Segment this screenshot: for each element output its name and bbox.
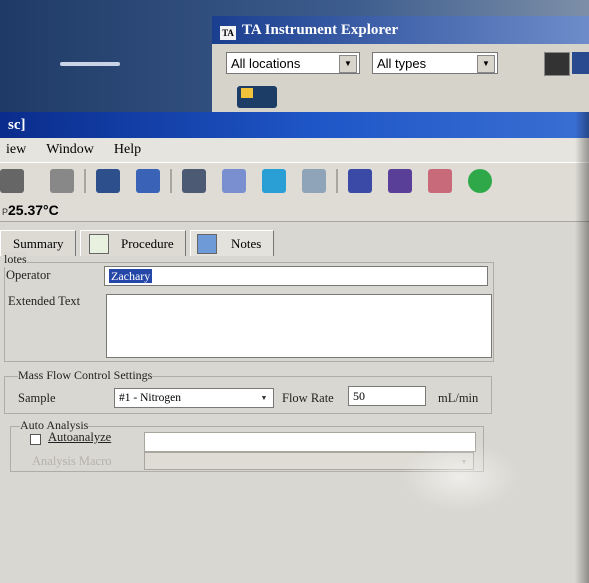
toolbar-separator bbox=[84, 169, 86, 193]
menu-window[interactable]: Window bbox=[46, 142, 94, 157]
pan-icon[interactable] bbox=[262, 169, 286, 193]
operator-value: Zachary bbox=[109, 269, 153, 283]
operator-field[interactable]: Zachary bbox=[104, 266, 488, 286]
tab-procedure[interactable]: Procedure bbox=[80, 230, 186, 256]
toolbar bbox=[0, 162, 589, 200]
sample-select-value: #1 - Nitrogen bbox=[119, 392, 181, 404]
tab-procedure-label: Procedure bbox=[121, 236, 174, 251]
notes-group-label: lotes bbox=[4, 252, 27, 267]
flow-rate-label: Flow Rate bbox=[282, 391, 334, 405]
graph-icon[interactable] bbox=[428, 169, 452, 193]
sample-label: Sample bbox=[18, 391, 56, 405]
window-titlebar[interactable]: sc] bbox=[0, 112, 589, 138]
mass-flow-group-label: Mass Flow Control Settings bbox=[18, 368, 153, 383]
autoanalyze-checkbox[interactable] bbox=[30, 434, 41, 445]
analysis-a-icon[interactable] bbox=[388, 169, 412, 193]
menu-view[interactable]: iew bbox=[6, 142, 26, 157]
instrument-icon[interactable] bbox=[237, 86, 277, 108]
trash-icon[interactable] bbox=[50, 169, 74, 193]
pointer-icon bbox=[197, 234, 217, 254]
chevron-down-icon[interactable]: ▼ bbox=[257, 391, 271, 405]
chevron-down-icon[interactable]: ▼ bbox=[339, 55, 357, 73]
grid-icon[interactable] bbox=[136, 169, 160, 193]
screen-glare bbox=[400, 442, 520, 512]
operator-label: Operator bbox=[6, 268, 51, 282]
tab-notes[interactable]: Notes bbox=[190, 230, 274, 256]
wrench-icon[interactable] bbox=[302, 169, 326, 193]
go-icon[interactable] bbox=[468, 169, 492, 193]
analysis-macro-label: Analysis Macro bbox=[32, 454, 112, 468]
temperature-value: 25.37°C bbox=[8, 202, 59, 218]
type-select-value: All types bbox=[377, 56, 427, 71]
instrument-explorer-window[interactable]: TA TA Instrument Explorer All locations ▼… bbox=[212, 16, 589, 112]
chevron-down-icon[interactable]: ▼ bbox=[477, 55, 495, 73]
explorer-titlebar[interactable]: TA TA Instrument Explorer bbox=[212, 16, 589, 44]
list-icon[interactable] bbox=[0, 169, 24, 193]
calculator-icon[interactable] bbox=[182, 169, 206, 193]
explorer-toolbar-button[interactable] bbox=[544, 52, 570, 76]
toolbar-separator bbox=[336, 169, 338, 193]
type-select[interactable]: All types ▼ bbox=[372, 52, 498, 74]
instrument-icon[interactable] bbox=[96, 169, 120, 193]
analysis-a-icon[interactable] bbox=[348, 169, 372, 193]
menu-help[interactable]: Help bbox=[114, 142, 141, 157]
toolbar-separator bbox=[170, 169, 172, 193]
flow-rate-unit: mL/min bbox=[438, 391, 479, 405]
checklist-icon[interactable] bbox=[222, 169, 246, 193]
extended-text-area[interactable] bbox=[106, 294, 492, 358]
flow-rate-field[interactable]: 50 bbox=[348, 386, 426, 406]
sample-select[interactable]: #1 - Nitrogen ▼ bbox=[114, 388, 274, 408]
tab-summary-label: Summary bbox=[13, 236, 64, 251]
procedure-icon bbox=[89, 234, 109, 254]
instrument-control-window: sc] iew Window Help P25.37°C Summary Proce… bbox=[0, 112, 589, 583]
tab-notes-label: Notes bbox=[231, 236, 262, 251]
temperature-readout: P25.37°C bbox=[0, 198, 589, 222]
extended-text-label: Extended Text bbox=[8, 294, 81, 308]
explorer-title: TA Instrument Explorer bbox=[242, 22, 399, 38]
desktop-highlight bbox=[60, 62, 120, 66]
location-select-value: All locations bbox=[231, 56, 301, 71]
autoanalyze-label: Autoanalyze bbox=[48, 430, 112, 444]
location-select[interactable]: All locations ▼ bbox=[226, 52, 360, 74]
explorer-toolbar-button[interactable] bbox=[572, 52, 589, 74]
ta-logo-icon: TA bbox=[220, 26, 236, 40]
window-shadow bbox=[575, 112, 589, 583]
menu-bar: iew Window Help bbox=[0, 138, 589, 162]
window-title: sc] bbox=[8, 117, 26, 133]
